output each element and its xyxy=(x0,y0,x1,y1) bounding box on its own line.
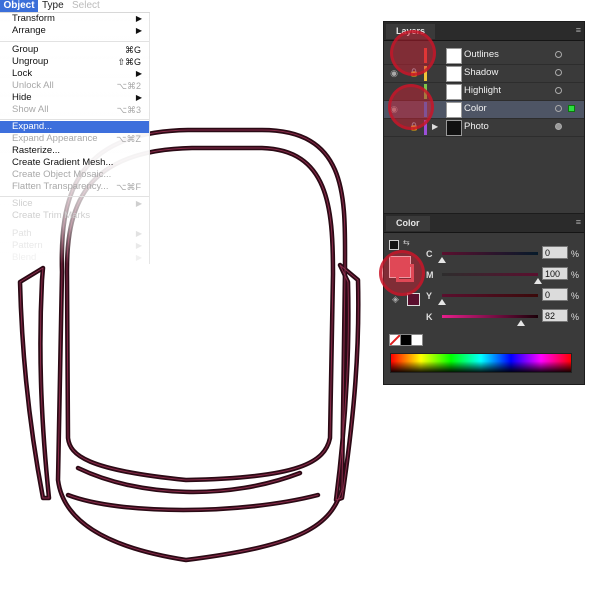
panel-menu-icon[interactable]: ≡ xyxy=(576,217,581,227)
layer-thumbnail xyxy=(446,102,462,118)
menu-item-pattern[interactable]: Pattern ▶ xyxy=(0,240,149,252)
expand-triangle-icon[interactable]: ▶ xyxy=(432,122,438,131)
layer-name[interactable]: Outlines xyxy=(464,49,499,60)
menu-separator xyxy=(0,41,149,42)
menu-item-expand-appearance: Expand Appearance ⌥⌘Z xyxy=(12,133,141,144)
yellow-slider-knob[interactable] xyxy=(438,299,446,305)
menu-item-create-trim-marks[interactable]: Create Trim Marks xyxy=(0,210,149,222)
menu-item-transform[interactable]: Transform ▶ xyxy=(0,13,149,25)
layer-thumbnail xyxy=(446,48,462,64)
panel-menu-icon[interactable]: ≡ xyxy=(576,25,581,35)
out-of-gamut-swatch[interactable] xyxy=(407,293,420,306)
black-value-field[interactable]: 82 xyxy=(542,309,568,322)
menu-object[interactable]: Object xyxy=(0,0,38,12)
magenta-slider-knob[interactable] xyxy=(534,278,542,284)
menu-bar: Object Type Select xyxy=(0,0,150,13)
cyan-slider[interactable] xyxy=(442,252,538,255)
highlight-circle-color-lock xyxy=(388,84,434,130)
menu-item-ungroup[interactable]: Ungroup ⇧⌘G xyxy=(0,56,149,68)
cyan-value-field[interactable]: 0 xyxy=(542,246,568,259)
target-circle-icon[interactable] xyxy=(555,123,562,130)
menu-item-arrange[interactable]: Arrange ▶ xyxy=(0,25,149,37)
color-spectrum-bar[interactable] xyxy=(390,353,572,373)
white-swatch[interactable] xyxy=(411,334,423,346)
color-tab-bar: Color ≡ xyxy=(384,214,584,233)
target-circle-icon[interactable] xyxy=(555,51,562,58)
menu-item-hide[interactable]: Hide ▶ xyxy=(0,92,149,104)
highlight-circle-outlines-lock xyxy=(390,30,436,76)
menu-item-blend[interactable]: Blend ▶ xyxy=(0,252,149,264)
menu-item-lock[interactable]: Lock ▶ xyxy=(0,68,149,80)
magenta-unit: % xyxy=(571,270,580,280)
tab-color[interactable]: Color xyxy=(386,216,430,231)
menu-separator xyxy=(0,196,149,197)
layer-thumbnail xyxy=(446,84,462,100)
menu-item-unlock-all: Unlock All ⌥⌘2 xyxy=(12,80,141,91)
yellow-value-field[interactable]: 0 xyxy=(542,288,568,301)
yellow-unit: % xyxy=(571,291,580,301)
layer-thumbnail xyxy=(446,120,462,136)
default-colors-icon[interactable] xyxy=(389,240,399,250)
black-slider[interactable] xyxy=(442,315,538,318)
layers-empty-area xyxy=(384,142,584,212)
target-circle-icon[interactable] xyxy=(555,105,562,112)
menu-item-path[interactable]: Path ▶ xyxy=(0,228,149,240)
swap-colors-icon[interactable]: ⇆ xyxy=(403,238,410,247)
layer-name[interactable]: Highlight xyxy=(464,85,501,96)
target-circle-icon[interactable] xyxy=(555,69,562,76)
black-unit: % xyxy=(571,312,580,322)
cyan-label: C xyxy=(426,249,433,259)
black-label: K xyxy=(426,312,433,322)
color-panel: Color ≡ ⇆ ◈ C 0 % M 100 % Y 0 % K 82 % xyxy=(383,213,585,385)
menu-item-rasterize[interactable]: Rasterize... xyxy=(0,145,149,157)
cyan-unit: % xyxy=(571,249,580,259)
target-circle-icon[interactable] xyxy=(555,87,562,94)
menu-type[interactable]: Type xyxy=(42,0,64,12)
black-slider-knob[interactable] xyxy=(517,320,525,326)
yellow-slider[interactable] xyxy=(442,294,538,297)
helmet-left-ear-path xyxy=(17,265,52,501)
magenta-value-field[interactable]: 100 xyxy=(542,267,568,280)
selection-indicator-icon[interactable] xyxy=(568,105,575,112)
layer-name[interactable]: Photo xyxy=(464,121,489,132)
menu-item-group[interactable]: Group ⌘G xyxy=(0,44,149,56)
menu-item-show-all: Show All ⌥⌘3 xyxy=(12,104,141,115)
menu-item-flatten-transparency: Flatten Transparency... ⌥⌘F xyxy=(12,181,141,192)
layer-thumbnail xyxy=(446,66,462,82)
cyan-slider-knob[interactable] xyxy=(438,257,446,263)
menu-select[interactable]: Select xyxy=(72,0,100,12)
magenta-slider[interactable] xyxy=(442,273,538,276)
menu-item-create-gradient-mesh[interactable]: Create Gradient Mesh... xyxy=(0,157,149,169)
object-menu-dropdown: Transform ▶ Arrange ▶ Group ⌘G Ungroup ⇧⌘G L… xyxy=(0,12,150,264)
menu-separator xyxy=(0,119,149,120)
highlight-circle-stroke-swatch xyxy=(379,250,425,296)
yellow-label: Y xyxy=(426,291,433,301)
layer-name[interactable]: Shadow xyxy=(464,67,498,78)
layer-name[interactable]: Color xyxy=(464,103,487,114)
menu-item-create-object-mosaic: Create Object Mosaic... xyxy=(12,169,112,180)
menu-item-slice[interactable]: Slice ▶ xyxy=(0,198,149,210)
magenta-label: M xyxy=(426,270,434,280)
menu-item-expand[interactable]: Expand... xyxy=(0,121,149,133)
